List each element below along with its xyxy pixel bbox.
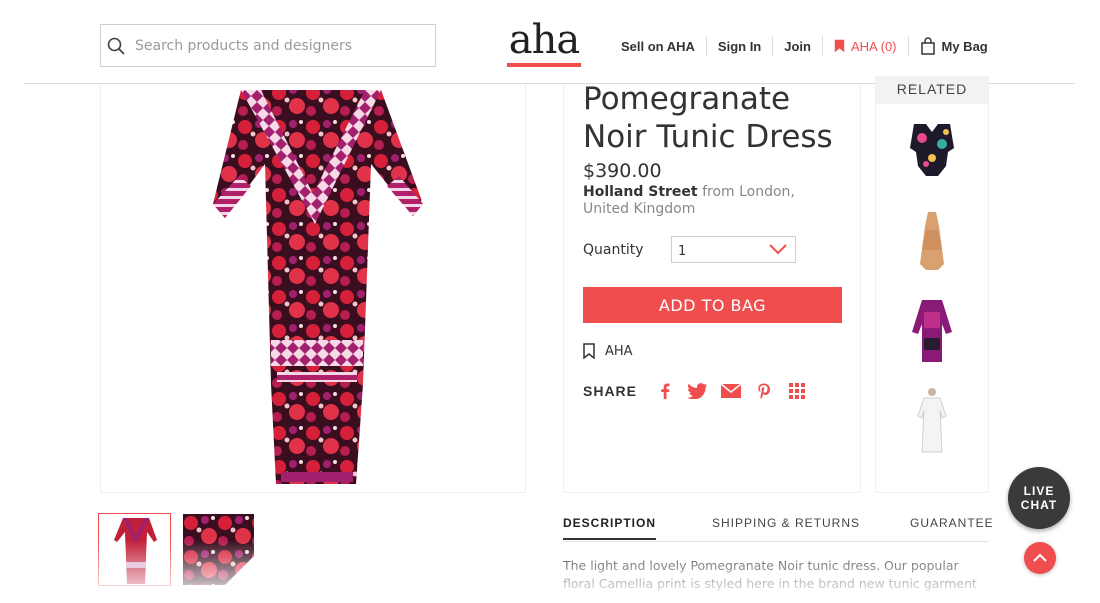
white-tunic-thumbnail	[917, 388, 947, 453]
facebook-icon[interactable]	[655, 381, 675, 401]
live-chat-line1: LIVE	[1023, 484, 1055, 498]
shopping-bag-icon	[920, 37, 935, 55]
bookmark-outline-icon	[583, 343, 595, 359]
search-box[interactable]	[100, 24, 436, 67]
related-item-slip-dress[interactable]	[902, 208, 962, 274]
header-nav: Sell on AHA Sign In Join AHA (0) My Bag	[610, 36, 999, 56]
live-chat-line2: CHAT	[1020, 498, 1058, 512]
nav-bag-label: My Bag	[941, 38, 988, 54]
nav-join-label: Join	[784, 38, 811, 54]
purple-kaftan-thumbnail	[912, 300, 952, 362]
nav-saved-link[interactable]: AHA (0)	[823, 36, 909, 56]
nav-sell-label: Sell on AHA	[621, 38, 695, 54]
related-item-white-tunic[interactable]	[902, 386, 962, 453]
product-price: $390.00	[583, 160, 662, 182]
save-label: AHA	[605, 343, 633, 359]
scroll-to-top-button[interactable]	[1024, 542, 1056, 574]
swimsuit-thumbnail	[910, 124, 954, 176]
thumbnail-1[interactable]	[98, 513, 171, 586]
thumbnail-2[interactable]	[182, 513, 255, 586]
related-heading: RELATED	[875, 76, 989, 104]
main-product-image[interactable]	[100, 84, 526, 493]
site-header: aha Sell on AHA Sign In Join AHA (0) My …	[0, 0, 1100, 84]
bookmark-icon	[834, 39, 845, 53]
nav-bag-link[interactable]: My Bag	[909, 36, 999, 56]
dress-illustration	[213, 90, 423, 484]
chevron-down-icon	[769, 244, 787, 255]
related-item-swimsuit[interactable]	[902, 118, 962, 184]
save-to-aha-button[interactable]: AHA	[583, 343, 633, 359]
quantity-select[interactable]: 1	[671, 236, 796, 263]
search-input[interactable]	[135, 37, 415, 54]
email-icon[interactable]	[721, 381, 742, 401]
logo-underline	[507, 63, 581, 67]
tabs-divider	[563, 541, 989, 542]
product-designer: Holland Street from London, United Kingd…	[583, 184, 843, 218]
quantity-value: 1	[678, 244, 687, 259]
aha-logo[interactable]: aha	[505, 18, 583, 70]
description-text: The light and lovely Pomegranate Noir tu…	[563, 558, 977, 591]
nav-join-link[interactable]: Join	[773, 36, 823, 56]
nav-sign-in-link[interactable]: Sign In	[707, 36, 774, 56]
product-title: Pomegranate Noir Tunic Dress	[583, 81, 833, 155]
thumbnail-dress-detail	[183, 514, 254, 585]
tab-shipping-returns[interactable]: SHIPPING & RETURNS	[712, 516, 860, 538]
product-tabs: DESCRIPTION SHIPPING & RETURNS GUARANTEE	[563, 516, 993, 544]
tab-guarantee[interactable]: GUARANTEE	[910, 516, 994, 538]
nav-sell-link[interactable]: Sell on AHA	[610, 36, 707, 56]
search-icon	[107, 37, 125, 55]
quantity-label: Quantity	[583, 242, 644, 258]
share-row: SHARE	[583, 381, 820, 401]
chevron-up-icon	[1033, 553, 1047, 562]
live-chat-button[interactable]: LIVE CHAT	[1008, 467, 1070, 529]
related-item-purple-kaftan[interactable]	[902, 298, 962, 364]
nav-saved-label: AHA (0)	[851, 38, 897, 54]
more-share-grid-icon[interactable]	[787, 381, 807, 401]
twitter-icon[interactable]	[688, 381, 708, 401]
slip-dress-thumbnail	[920, 212, 944, 270]
share-label: SHARE	[583, 383, 638, 399]
tab-description[interactable]: DESCRIPTION	[563, 516, 657, 540]
nav-sign-in-label: Sign In	[717, 38, 762, 54]
logo-text: aha	[508, 17, 580, 63]
add-to-bag-button[interactable]: ADD TO BAG	[583, 287, 842, 323]
thumbnail-dress-front	[114, 518, 157, 584]
designer-name[interactable]: Holland Street	[583, 184, 698, 200]
pinterest-icon[interactable]	[754, 381, 774, 401]
